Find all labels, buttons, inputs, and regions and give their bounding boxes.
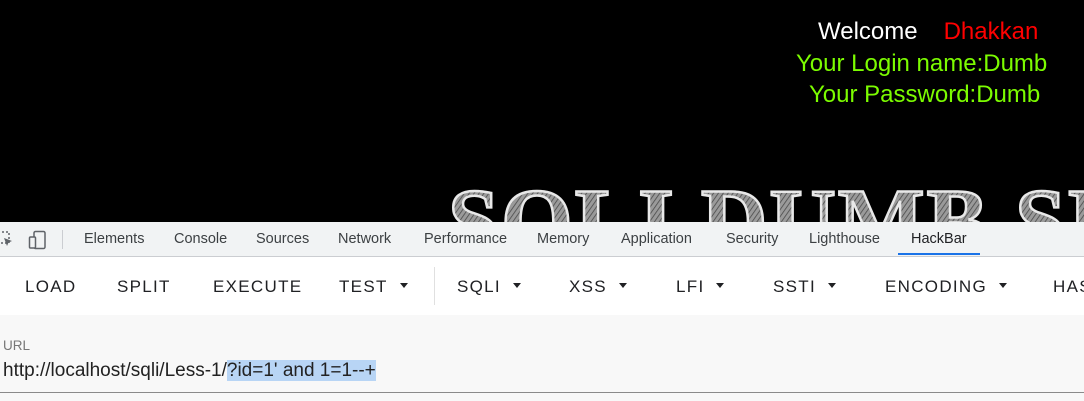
xss-dropdown[interactable]: XSS <box>569 257 627 315</box>
tab-elements[interactable]: Elements <box>84 222 144 256</box>
welcome-line: Welcome Dhakkan <box>818 18 1038 46</box>
tab-console[interactable]: Console <box>174 222 227 256</box>
chevron-down-icon <box>512 283 521 289</box>
hackbar-toolbar: LOAD SPLIT EXECUTE TEST SQLI XSS LFI SST… <box>0 257 1084 315</box>
login-name-text: Your Login name:Dumb <box>796 50 1048 77</box>
chevron-down-icon <box>999 283 1008 289</box>
active-tab-indicator <box>898 253 980 255</box>
chevron-down-icon <box>618 283 627 289</box>
split-button[interactable]: SPLIT <box>117 257 171 315</box>
welcome-username: Dhakkan <box>943 18 1039 45</box>
tabbar-separator <box>62 230 63 249</box>
tab-performance[interactable]: Performance <box>424 222 507 256</box>
tab-network[interactable]: Network <box>338 222 391 256</box>
encoding-dropdown[interactable]: ENCODING <box>885 257 1008 315</box>
welcome-text: Welcome <box>818 18 918 45</box>
chevron-down-icon <box>828 283 836 289</box>
banner-logo: SQLI DUMB SE <box>446 170 1084 222</box>
tab-memory[interactable]: Memory <box>537 222 589 256</box>
url-label: URL <box>3 338 31 353</box>
devtools-panel: Elements Console Sources Network Perform… <box>0 222 1084 401</box>
lfi-dropdown[interactable]: LFI <box>676 257 725 315</box>
sqli-dropdown[interactable]: SQLI <box>457 257 521 315</box>
lfi-dropdown-label: LFI <box>676 277 705 296</box>
encoding-dropdown-label: ENCODING <box>885 277 988 296</box>
test-dropdown-label: TEST <box>339 277 388 296</box>
tab-lighthouse[interactable]: Lighthouse <box>809 222 880 256</box>
ssti-dropdown[interactable]: SSTI <box>773 257 836 315</box>
banner-logo-text: SQLI DUMB SE <box>448 170 1084 222</box>
sqli-dropdown-label: SQLI <box>457 277 501 296</box>
url-field[interactable]: URL http://localhost/sqli/Less-1/?id=1' … <box>0 315 1084 401</box>
xss-dropdown-label: XSS <box>569 277 607 296</box>
tab-application[interactable]: Application <box>621 222 692 256</box>
device-toolbar-icon[interactable] <box>28 230 46 250</box>
url-selected-text: ?id=1' and 1=1--+ <box>226 360 376 381</box>
inspect-element-icon[interactable] <box>0 230 14 248</box>
tab-security[interactable]: Security <box>726 222 778 256</box>
url-underline <box>0 392 1084 393</box>
url-text: http://localhost/sqli/Less-1/ <box>3 360 227 381</box>
devtools-tabbar: Elements Console Sources Network Perform… <box>0 222 1084 257</box>
password-text: Your Password:Dumb <box>809 81 1041 108</box>
test-dropdown[interactable]: TEST <box>339 257 408 315</box>
ssti-dropdown-label: SSTI <box>773 277 816 296</box>
load-button[interactable]: LOAD <box>25 257 77 315</box>
url-input[interactable]: http://localhost/sqli/Less-1/?id=1' and … <box>3 360 376 382</box>
hashing-dropdown[interactable]: HAS <box>1053 257 1084 315</box>
tab-hackbar[interactable]: HackBar <box>911 222 967 256</box>
toolbar-divider <box>434 267 435 305</box>
chevron-down-icon <box>399 283 408 289</box>
web-page: Welcome Dhakkan Your Login name:Dumb Your… <box>0 0 1084 222</box>
chevron-down-icon <box>716 283 725 289</box>
execute-button[interactable]: EXECUTE <box>213 257 302 315</box>
tab-sources[interactable]: Sources <box>256 222 309 256</box>
hashing-dropdown-label: HAS <box>1053 277 1084 296</box>
